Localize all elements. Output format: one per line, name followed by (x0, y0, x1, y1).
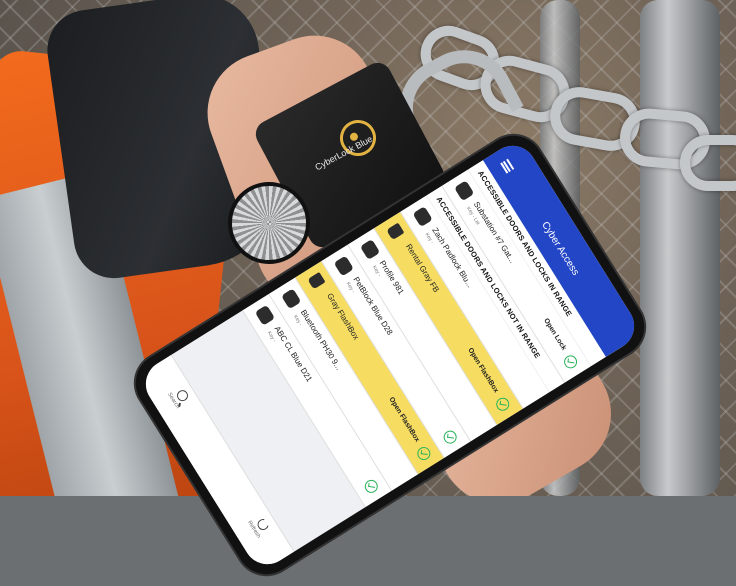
refresh-nav-button[interactable]: Refresh (241, 504, 278, 548)
lock-icon (254, 304, 276, 326)
padlock-icon (386, 222, 405, 241)
bottom-nav: Search Refresh (136, 354, 295, 574)
phone-layer: Cyber Access ACCESSIBLE DOORS AND LOCKS … (0, 0, 736, 586)
check-circle-icon (561, 352, 580, 371)
padlock-icon (307, 271, 326, 290)
lock-icon (281, 288, 302, 310)
smartphone: Cyber Access ACCESSIBLE DOORS AND LOCKS … (124, 124, 656, 586)
check-circle-icon (441, 428, 460, 447)
lock-icon (333, 255, 354, 277)
check-circle-icon (362, 477, 381, 496)
search-nav-button[interactable]: Search (160, 375, 197, 419)
open-lock-button[interactable]: Open Lock (542, 317, 567, 351)
lock-icon (412, 206, 433, 228)
lock-icon (359, 239, 381, 261)
lock-icon (454, 180, 475, 202)
check-circle-icon (414, 444, 433, 463)
check-circle-icon (493, 395, 512, 414)
phone-screen: Cyber Access ACCESSIBLE DOORS AND LOCKS … (136, 136, 644, 574)
